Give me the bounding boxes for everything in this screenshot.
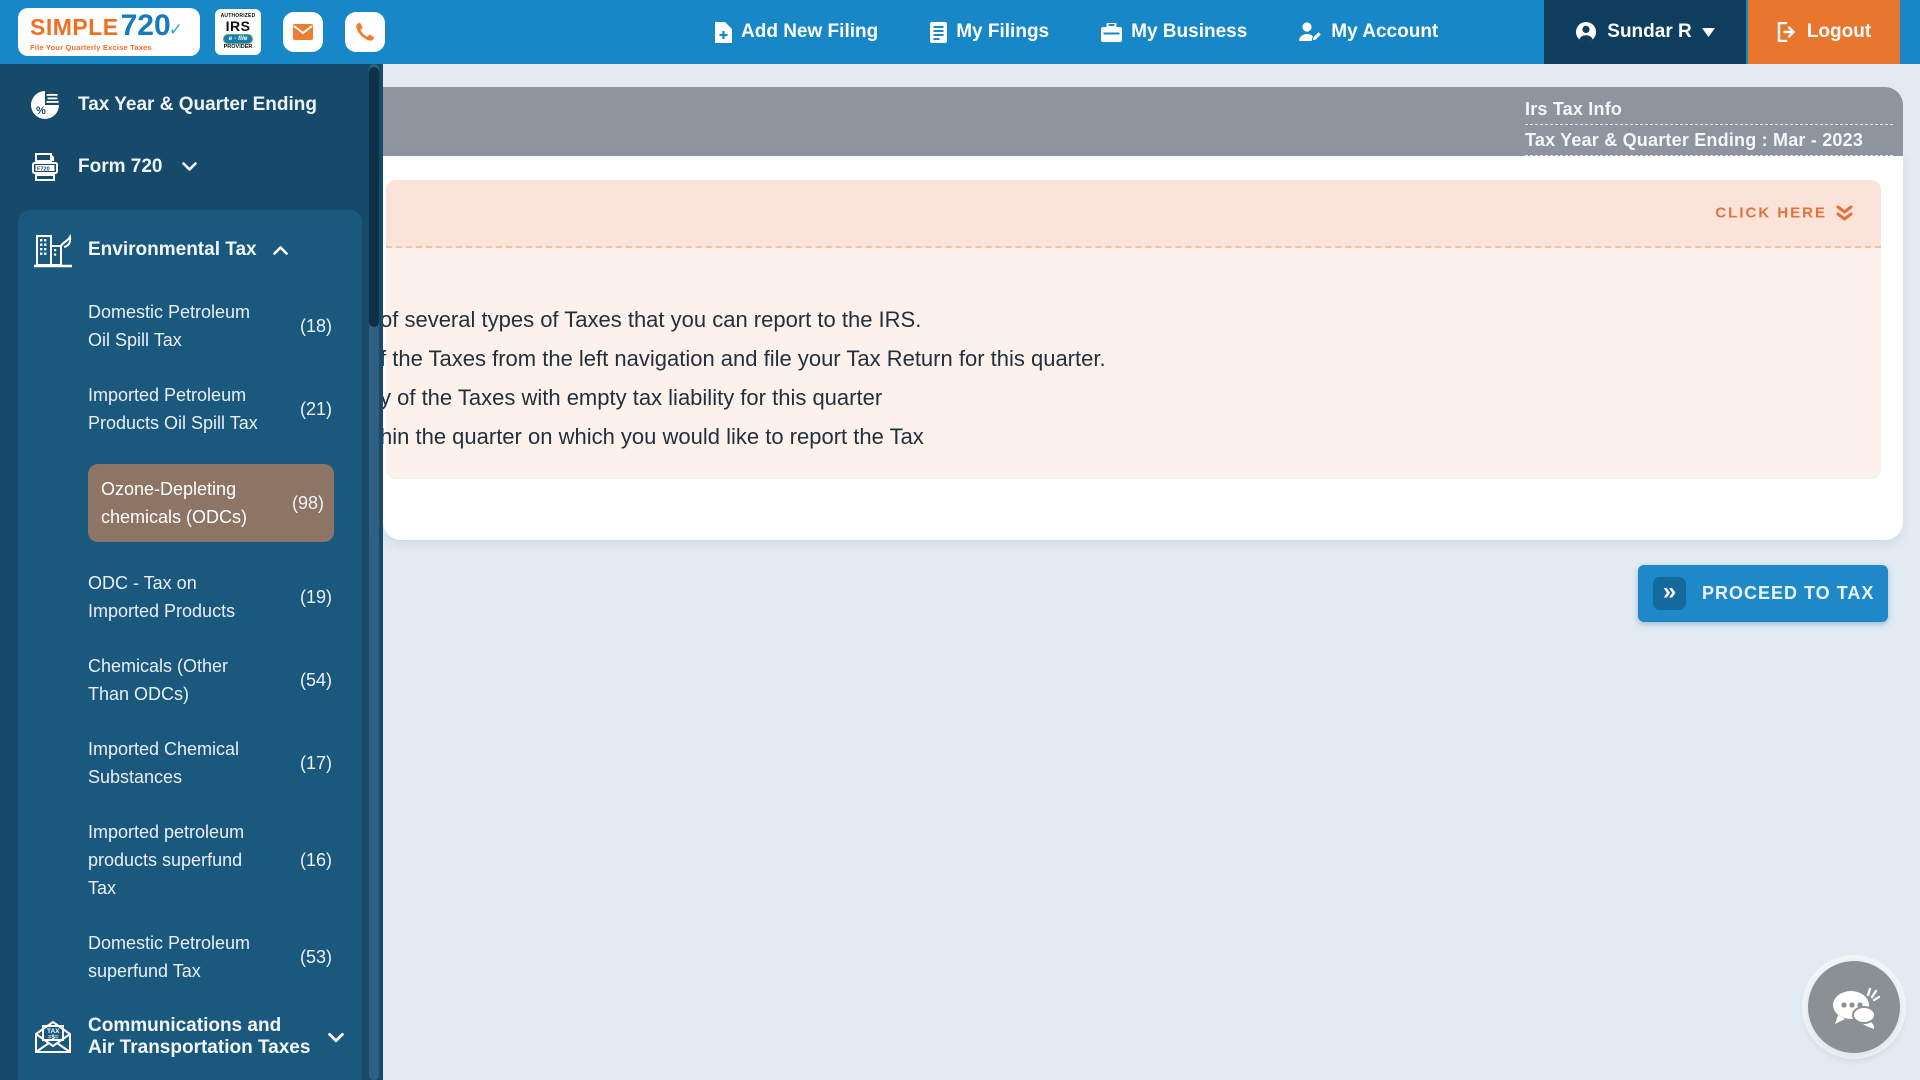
click-here-label: CLICK HERE <box>1715 204 1827 222</box>
irs-efile-provider-badge: AUTHORIZED IRS e - file PROVIDER <box>215 9 261 55</box>
sidebar-item-imported-chemical-substances[interactable]: Imported Chemical Substances (17) <box>88 735 342 791</box>
chevron-down-icon <box>182 162 198 172</box>
item-count: (16) <box>299 850 332 870</box>
email-button[interactable] <box>283 12 323 52</box>
notice-text-line: y of the Taxes with empty tax liability … <box>383 385 883 410</box>
file-plus-icon <box>715 21 732 43</box>
sidebar-item-tax-year-quarter[interactable]: % Tax Year & Quarter Ending <box>0 90 383 120</box>
tax-year-quarter-value: Tax Year & Quarter Ending : Mar - 2023 <box>1525 130 1893 156</box>
logo-number: 720 <box>120 9 171 42</box>
briefcase-icon <box>1101 22 1123 42</box>
logout-button[interactable]: Logout <box>1748 0 1900 64</box>
svg-text:F720: F720 <box>37 166 50 172</box>
nav-my-business[interactable]: My Business <box>1101 21 1247 43</box>
chat-widget-button[interactable] <box>1808 961 1900 1053</box>
logo-word: SIMPLE <box>30 14 119 40</box>
chat-bubbles-icon <box>1826 981 1882 1033</box>
phone-button[interactable] <box>345 12 385 52</box>
logout-icon <box>1777 22 1797 42</box>
double-arrow-right-icon: » <box>1653 577 1686 610</box>
left-sidebar: % Tax Year & Quarter Ending F720 Form 72… <box>0 64 383 1080</box>
section-label: Environmental Tax <box>88 239 257 260</box>
sidebar-item-form-720[interactable]: F720 Form 720 <box>0 152 383 182</box>
chevron-up-icon <box>272 245 288 255</box>
chevron-down-icon <box>328 1032 344 1044</box>
section-label: Communications and Air Transportation Ta… <box>88 1015 311 1058</box>
sidebar-item-imported-petroleum-products-oil-spill-tax[interactable]: Imported Petroleum Products Oil Spill Ta… <box>88 381 342 437</box>
irs-tax-info-title: Irs Tax Info <box>1525 99 1893 125</box>
sidebar-item-domestic-petroleum-oil-spill-tax[interactable]: Domestic Petroleum Oil Spill Tax (18) <box>88 298 342 354</box>
irs-badge-provider: PROVIDER <box>223 44 253 50</box>
notice-text-line: hin the quarter on which you would like … <box>383 424 924 449</box>
nav-my-filings[interactable]: My Filings <box>930 21 1049 43</box>
nav-label: My Business <box>1131 21 1248 42</box>
user-edit-icon <box>1299 22 1323 42</box>
irs-badge-efile: e - file <box>222 33 254 44</box>
proceed-label: PROCEED TO TAX <box>1702 583 1875 603</box>
pie-chart-percent-icon: % <box>30 90 60 120</box>
section-environmental-tax[interactable]: Environmental Tax <box>34 232 346 268</box>
sidebar-item-label: Form 720 <box>78 156 163 177</box>
svg-text:TAX: TAX <box>47 1028 60 1035</box>
sidebar-scrollbar-thumb[interactable] <box>369 67 379 327</box>
item-count: (18) <box>299 316 332 336</box>
user-name: Sundar R <box>1607 21 1692 42</box>
sidebar-item-domestic-petroleum-superfund-tax[interactable]: Domestic Petroleum superfund Tax (53) <box>88 929 342 985</box>
user-menu[interactable]: Sundar R <box>1544 0 1746 64</box>
main-content: Irs Tax Info Tax Year & Quarter Ending :… <box>383 64 1920 1080</box>
nav-label: Add New Filing <box>741 21 879 42</box>
notice-text-line: of several types of Taxes that you can r… <box>383 307 922 332</box>
nav-add-new-filing[interactable]: Add New Filing <box>715 21 878 43</box>
main-navigation: Add New Filing My Filings My Business My… <box>715 21 1438 43</box>
phone-icon <box>354 21 376 43</box>
notice-box: CLICK HERE of several types of Taxes tha… <box>383 180 1881 478</box>
content-card: CLICK HERE of several types of Taxes tha… <box>383 156 1903 540</box>
chevron-down-icon <box>1701 27 1715 37</box>
user-circle-icon <box>1575 21 1597 43</box>
irs-tax-info-block: Irs Tax Info Tax Year & Quarter Ending :… <box>1525 99 1893 156</box>
double-chevron-down-icon <box>1836 205 1853 221</box>
sidebar-item-odc-tax-on-imported-products[interactable]: ODC - Tax on Imported Products (19) <box>88 569 342 625</box>
sidebar-item-ozone-depleting-chemicals-selected[interactable]: Ozone-Depleting chemicals (ODCs) (98) <box>88 464 334 542</box>
logo-tagline: File Your Quarterly Excise Taxes <box>30 43 152 52</box>
sidebar-item-imported-petroleum-products-superfund-tax[interactable]: Imported petroleum products superfund Ta… <box>88 818 342 902</box>
notice-body: of several types of Taxes that you can r… <box>383 248 1881 456</box>
sidebar-item-chemicals-other-than-odcs[interactable]: Chemicals (Other Than ODCs) (54) <box>88 652 342 708</box>
item-count: (21) <box>299 399 332 419</box>
irs-tax-info-band: Irs Tax Info Tax Year & Quarter Ending :… <box>383 87 1903 156</box>
irs-badge-irs: IRS <box>225 17 251 34</box>
item-count: (17) <box>299 753 332 773</box>
item-count: (19) <box>299 587 332 607</box>
svg-text:%: % <box>36 105 46 117</box>
item-count: (54) <box>299 670 332 690</box>
nav-label: My Filings <box>956 21 1050 42</box>
section-communications-air-transportation-taxes[interactable]: TAX =$= Communications and Air Transporta… <box>34 1015 346 1059</box>
envelope-tax-icon: TAX =$= <box>34 1020 72 1054</box>
nav-label: My Account <box>1331 21 1439 42</box>
notice-text-line: f the Taxes from the left navigation and… <box>383 346 1106 371</box>
notice-header: CLICK HERE <box>386 180 1881 248</box>
svg-text:=$=: =$= <box>48 1035 59 1041</box>
top-header-bar: SIMPLE 720 ✓ File Your Quarterly Excise … <box>0 0 1920 64</box>
click-here-link[interactable]: CLICK HERE <box>1715 205 1853 222</box>
document-list-icon <box>930 21 948 43</box>
proceed-to-tax-button[interactable]: » PROCEED TO TAX <box>1638 565 1888 622</box>
form-720-printer-icon: F720 <box>30 152 60 182</box>
item-count: (53) <box>299 947 332 967</box>
simple720-logo[interactable]: SIMPLE 720 ✓ File Your Quarterly Excise … <box>18 8 200 56</box>
environmental-tax-panel: Environmental Tax Domestic Petroleum Oil… <box>18 210 362 1080</box>
logout-label: Logout <box>1806 21 1872 42</box>
factory-building-icon <box>34 232 72 268</box>
nav-my-account[interactable]: My Account <box>1299 21 1438 43</box>
logo-check-icon: ✓ <box>168 20 183 39</box>
sidebar-item-label: Tax Year & Quarter Ending <box>78 94 317 115</box>
envelope-icon <box>292 23 314 41</box>
item-count: (98) <box>291 493 324 513</box>
